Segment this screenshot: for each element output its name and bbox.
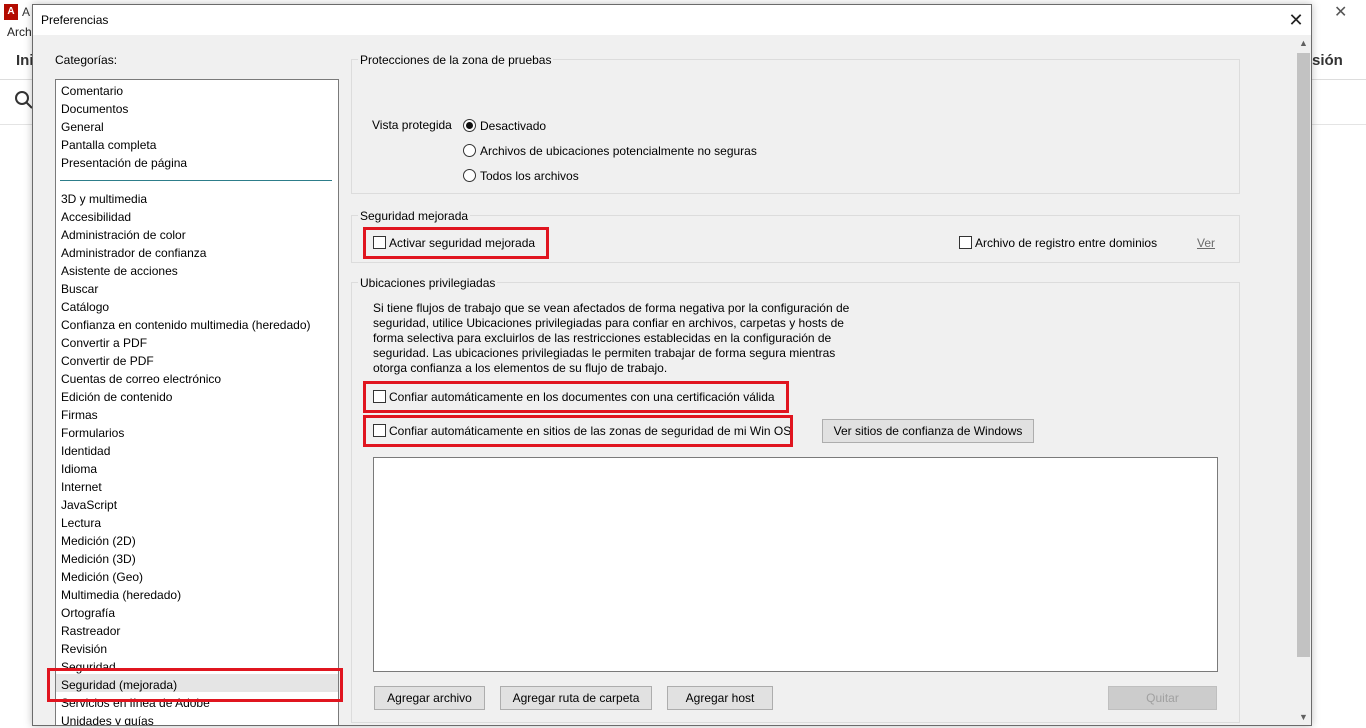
category-item[interactable]: Convertir de PDF [61, 352, 154, 370]
category-item[interactable]: Administrador de confianza [61, 244, 206, 262]
search-icon[interactable] [14, 90, 34, 110]
category-item[interactable]: Confianza en contenido multimedia (hered… [61, 316, 311, 334]
dialog-titlebar: Preferencias ✕ [33, 5, 1311, 35]
category-item[interactable]: Medición (2D) [61, 532, 136, 550]
preferences-dialog: Preferencias ✕ Categorías: Comentario Do… [32, 4, 1312, 726]
category-item[interactable]: Internet [61, 478, 102, 496]
category-item[interactable]: General [61, 118, 104, 136]
categories-list[interactable]: Comentario Documentos General Pantalla c… [55, 79, 339, 725]
category-item[interactable]: Convertir a PDF [61, 334, 147, 352]
crossdomain-log-checkbox[interactable] [959, 236, 972, 249]
add-host-button[interactable]: Agregar host [667, 686, 773, 710]
app-menu-file[interactable]: Arch [7, 25, 32, 39]
acrobat-logo-icon: A [4, 4, 18, 20]
category-item[interactable]: Documentos [61, 100, 128, 118]
categories-label: Categorías: [55, 53, 118, 67]
crossdomain-log-label[interactable]: Archivo de registro entre dominios [975, 236, 1157, 250]
category-item[interactable]: Cuentas de correo electrónico [61, 370, 221, 388]
category-item[interactable]: Firmas [61, 406, 98, 424]
radio-unsafe-locations-label[interactable]: Archivos de ubicaciones potencialmente n… [480, 144, 757, 158]
scroll-down-icon[interactable]: ▼ [1295, 709, 1311, 725]
highlight-trust-os-zones [363, 415, 793, 447]
view-log-link[interactable]: Ver [1197, 236, 1215, 250]
category-item[interactable]: Buscar [61, 280, 98, 298]
app-title: A [22, 5, 31, 19]
category-item[interactable]: Medición (Geo) [61, 568, 143, 586]
category-item[interactable]: Catálogo [61, 298, 109, 316]
dialog-scrollbar[interactable]: ▲ ▼ [1295, 35, 1311, 725]
category-item[interactable]: Administración de color [61, 226, 186, 244]
category-item[interactable]: Rastreador [61, 622, 120, 640]
category-item[interactable]: Asistente de acciones [61, 262, 178, 280]
category-item[interactable]: 3D y multimedia [61, 190, 147, 208]
app-tab-right[interactable]: sión [1312, 52, 1343, 69]
highlight-trust-certified [363, 381, 789, 413]
highlight-enhanced-security [363, 227, 549, 259]
category-item[interactable]: Idioma [61, 460, 97, 478]
close-icon[interactable]: ✕ [1281, 7, 1311, 33]
category-item[interactable]: Lectura [61, 514, 101, 532]
scrollbar-thumb[interactable] [1297, 53, 1310, 657]
privileged-locations-title: Ubicaciones privilegiadas [358, 276, 498, 290]
privileged-description: Si tiene flujos de trabajo que se vean a… [373, 301, 850, 375]
category-item[interactable]: Pantalla completa [61, 136, 156, 154]
sandbox-group-title: Protecciones de la zona de pruebas [358, 53, 554, 67]
protected-view-label: Vista protegida [372, 118, 452, 132]
category-separator [60, 180, 332, 181]
app-close-icon[interactable]: ✕ [1334, 2, 1347, 22]
app-tab-home[interactable]: Ini [16, 52, 34, 69]
category-item[interactable]: Ortografía [61, 604, 115, 622]
privileged-locations-list[interactable] [373, 457, 1218, 672]
radio-all-files-label[interactable]: Todos los archivos [480, 169, 579, 183]
category-item[interactable]: Accesibilidad [61, 208, 131, 226]
category-item[interactable]: Medición (3D) [61, 550, 136, 568]
category-item[interactable]: Comentario [61, 82, 123, 100]
add-file-button[interactable]: Agregar archivo [374, 686, 485, 710]
enhanced-security-title: Seguridad mejorada [358, 209, 471, 223]
category-item[interactable]: Identidad [61, 442, 110, 460]
category-item[interactable]: Edición de contenido [61, 388, 172, 406]
radio-unsafe-locations[interactable] [463, 144, 476, 157]
category-item[interactable]: Formularios [61, 424, 124, 442]
highlight-selected-category [47, 668, 343, 702]
view-windows-trusted-sites-button[interactable]: Ver sitios de confianza de Windows [822, 419, 1034, 443]
radio-all-files[interactable] [463, 169, 476, 182]
category-item[interactable]: Presentación de página [61, 154, 187, 172]
radio-off-label[interactable]: Desactivado [480, 119, 546, 133]
category-item[interactable]: JavaScript [61, 496, 117, 514]
category-item[interactable]: Unidades y guías [61, 712, 154, 725]
category-item[interactable]: Revisión [61, 640, 107, 658]
scroll-up-icon[interactable]: ▲ [1295, 35, 1311, 52]
remove-button: Quitar [1108, 686, 1217, 710]
category-item[interactable]: Multimedia (heredado) [61, 586, 181, 604]
radio-off[interactable] [463, 119, 476, 132]
add-folder-path-button[interactable]: Agregar ruta de carpeta [500, 686, 652, 710]
dialog-title: Preferencias [41, 13, 109, 27]
